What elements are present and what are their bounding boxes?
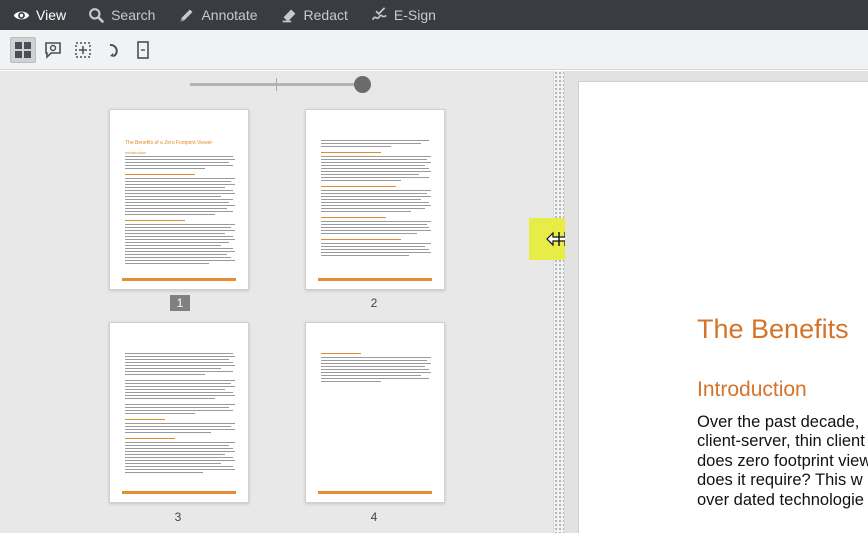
page-thumbnail-3[interactable] <box>109 322 249 503</box>
document-paragraph: Over the past decade, client-server, thi… <box>697 413 868 510</box>
menu-esign[interactable]: E-Sign <box>358 0 446 30</box>
page-number-4: 4 <box>370 510 378 524</box>
redact-icon <box>282 9 295 22</box>
top-menu-bar: View Search Annotate Redact E-Sign <box>0 0 868 30</box>
page-thumbnail-2[interactable] <box>305 109 445 290</box>
paragraph-line: client-server, thin client <box>697 432 865 451</box>
comments-search-button[interactable] <box>40 37 66 63</box>
document-page: The Benefits Introduction Over the past … <box>578 81 868 533</box>
menu-search-label: Search <box>111 7 156 23</box>
page-number-1: 1 <box>170 295 190 311</box>
document-view[interactable]: The Benefits Introduction Over the past … <box>565 71 868 533</box>
pencil-icon <box>181 9 193 21</box>
rotate-icon <box>109 43 118 57</box>
menu-search[interactable]: Search <box>76 0 165 30</box>
comment-search-icon <box>45 41 61 59</box>
document-viewer-app: View Search Annotate Redact E-Sign The B… <box>0 0 868 533</box>
thumbnail-title: The Benefits of a Zero Footprint Viewer <box>125 140 213 146</box>
thumbnail-heading: Introduction <box>125 150 146 155</box>
signature-icon <box>371 6 387 20</box>
paragraph-line: Over the past decade, <box>697 413 860 431</box>
select-region-icon <box>75 41 91 58</box>
page-thumbnail-1[interactable]: The Benefits of a Zero Footprint Viewer … <box>109 109 249 290</box>
thumbnails-toggle-button[interactable] <box>10 36 36 63</box>
zoom-slider-handle[interactable] <box>354 76 371 93</box>
document-title: The Benefits <box>697 314 849 344</box>
menu-annotate-label: Annotate <box>201 7 258 23</box>
page-thumbnail-4[interactable] <box>305 322 445 503</box>
page-number-2: 2 <box>370 296 378 310</box>
menu-annotate[interactable]: Annotate <box>165 0 267 30</box>
menu-view-label: View <box>36 7 67 23</box>
fit-page-button[interactable] <box>130 37 156 63</box>
menu-redact-label: Redact <box>303 7 348 23</box>
panel-splitter[interactable] <box>553 71 565 533</box>
menu-view[interactable]: View <box>0 0 76 30</box>
document-heading: Introduction <box>697 378 807 401</box>
eye-icon <box>13 11 30 19</box>
paragraph-line: does it require? This w <box>697 471 863 490</box>
thumbnails-grid-icon <box>15 41 31 58</box>
paragraph-line: does zero footprint view <box>697 451 868 470</box>
thumbnails-panel[interactable]: The Benefits of a Zero Footprint Viewer … <box>0 71 553 533</box>
view-toolbar <box>0 30 868 70</box>
paragraph-line: over dated technologie <box>697 490 864 509</box>
menu-redact[interactable]: Redact <box>268 0 358 30</box>
rotate-button[interactable] <box>100 37 126 63</box>
zoom-slider-tick <box>276 78 277 91</box>
search-icon <box>89 7 105 23</box>
menu-esign-label: E-Sign <box>393 7 436 23</box>
page-number-3: 3 <box>174 510 182 524</box>
zoom-slider-track[interactable] <box>190 83 360 86</box>
select-region-button[interactable] <box>70 37 96 63</box>
fit-page-icon <box>137 40 149 59</box>
